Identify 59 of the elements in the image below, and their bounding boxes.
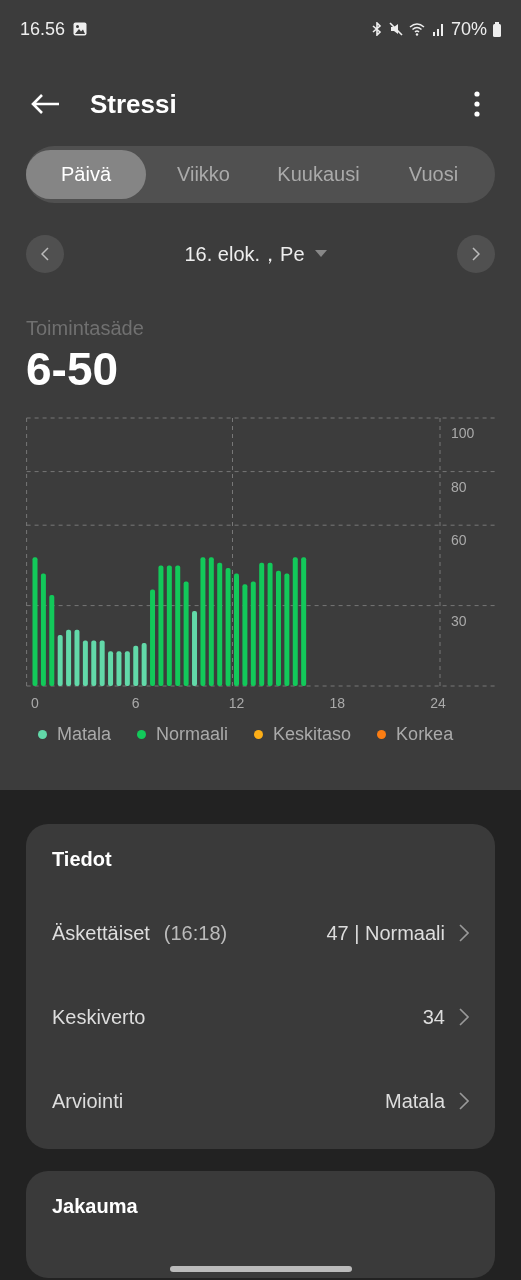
card-title: Jakauma xyxy=(52,1195,139,1218)
range-value: 6-50 xyxy=(26,342,120,396)
status-time: 16.56 xyxy=(20,18,66,40)
x-tick-label: 0 xyxy=(31,695,39,710)
wifi-icon xyxy=(408,22,427,36)
chevron-right-icon xyxy=(472,247,480,261)
row-time: (16:18) xyxy=(163,921,228,945)
bar xyxy=(57,635,63,686)
chevron-left-icon xyxy=(41,247,49,261)
bar xyxy=(124,651,130,686)
bar xyxy=(99,640,105,686)
chevron-icon xyxy=(459,1092,469,1110)
y-tick-label: 60 xyxy=(451,532,467,549)
bar xyxy=(133,645,139,686)
y-tick-label: 30 xyxy=(451,612,467,629)
more-icon[interactable] xyxy=(473,90,481,118)
bar xyxy=(66,629,72,686)
row-label: Arviointi xyxy=(52,1089,124,1113)
image-icon xyxy=(73,22,88,36)
legend-label: Korkea xyxy=(396,724,454,745)
date-label[interactable]: 16. elok.，Pe xyxy=(184,240,305,268)
row-value: 34 xyxy=(422,1005,445,1029)
chevron-icon xyxy=(459,1008,469,1026)
y-tick-label: 80 xyxy=(451,478,467,495)
period-tab[interactable]: Viikko xyxy=(146,150,261,199)
bar xyxy=(141,643,147,686)
chevron-icon xyxy=(459,924,469,942)
detail-row[interactable]: Äskettäiset (16:18) 47 | Normaali xyxy=(52,891,469,975)
row-value: 47 | Normaali xyxy=(326,921,445,945)
legend-label: Normaali xyxy=(156,724,229,745)
row-label: Äskettäiset xyxy=(52,921,150,945)
card-title: Tiedot xyxy=(52,848,113,871)
bar xyxy=(91,640,97,686)
page-title: Stressi xyxy=(90,88,177,120)
battery-icon xyxy=(493,21,501,37)
period-tab[interactable]: Päivä xyxy=(26,150,146,199)
row-label: Keskiverto xyxy=(52,1005,146,1029)
x-tick-label: 18 xyxy=(329,695,346,710)
y-tick-label: 100 xyxy=(451,425,475,441)
bar xyxy=(82,640,88,686)
mute-icon xyxy=(388,22,403,36)
detail-row[interactable]: Keskiverto 34 xyxy=(52,975,469,1059)
x-tick-label: 6 xyxy=(131,695,140,710)
x-tick-label: 24 xyxy=(430,695,446,710)
legend-label: Keskitaso xyxy=(273,724,352,745)
battery-percent: 70% xyxy=(450,18,487,40)
bluetooth-icon xyxy=(370,22,383,36)
previous-button[interactable] xyxy=(26,235,64,273)
bar xyxy=(108,651,114,686)
bar xyxy=(116,651,122,686)
signal-icon xyxy=(432,22,445,36)
back-icon[interactable] xyxy=(30,93,60,115)
detail-row[interactable]: Arviointi Matala xyxy=(52,1059,469,1143)
x-tick-label: 12 xyxy=(228,695,245,710)
legend-label: Matala xyxy=(57,724,112,745)
bar xyxy=(74,629,80,686)
next-button[interactable] xyxy=(457,235,495,273)
dropdown-icon[interactable] xyxy=(314,250,327,258)
row-value: Matala xyxy=(384,1089,445,1113)
